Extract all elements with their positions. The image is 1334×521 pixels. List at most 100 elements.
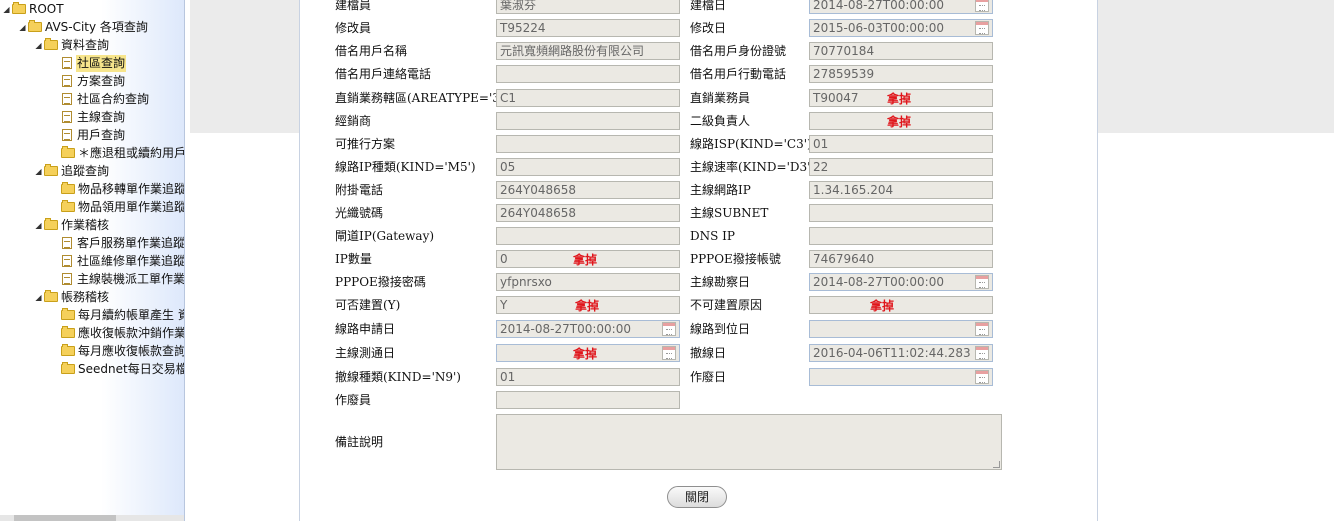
tree-item-monthly-bill[interactable]: 每月續約帳單產生 資 [60, 307, 184, 324]
test-date-label: 主線測通日 [335, 346, 396, 360]
borrower-mobile-field[interactable]: 27859539 [809, 65, 993, 83]
survey-date-label: 主線勘察日 [690, 275, 751, 289]
collapse-icon[interactable]: ◢ [34, 289, 43, 306]
pppoe-account-field[interactable]: 74679640 [809, 250, 993, 268]
ip-count-field[interactable]: 0 拿掉 [496, 250, 680, 268]
collapse-icon[interactable]: ◢ [18, 19, 27, 36]
remove-button[interactable]: 拿掉 [870, 298, 894, 313]
folder-icon [44, 218, 58, 230]
calendar-icon[interactable] [975, 370, 989, 384]
second-owner-field[interactable]: 拿掉 [809, 112, 993, 130]
survey-date-field[interactable]: 2014-08-27T00:00:00 [809, 273, 993, 291]
modified-by-field[interactable]: T95224 [496, 19, 680, 37]
apply-date-field[interactable]: 2014-08-27T00:00:00 [496, 320, 680, 338]
borrower-phone-field[interactable] [496, 65, 680, 83]
line-isp-field[interactable]: 01 [809, 135, 993, 153]
remove-button[interactable]: 拿掉 [573, 346, 597, 361]
scrollbar-thumb[interactable] [14, 515, 116, 521]
modified-date-field[interactable]: 2015-06-03T00:00:00 [809, 19, 993, 37]
subnet-field[interactable] [809, 204, 993, 222]
calendar-icon[interactable] [975, 0, 989, 12]
tree-item-plan-query[interactable]: 方案查詢 [60, 73, 126, 90]
remove-button[interactable]: 拿掉 [573, 252, 597, 267]
tree-app[interactable]: ◢ AVS-City 各項查詢 [18, 19, 149, 36]
tree-item-mainline-query[interactable]: 主線查詢 [60, 109, 126, 126]
document-icon [62, 57, 72, 69]
tree-item-community-query[interactable]: 社區查詢 [60, 55, 127, 72]
folder-icon [61, 344, 75, 356]
plans-field[interactable] [496, 135, 680, 153]
test-date-field[interactable]: 拿掉 [496, 344, 680, 362]
tree-group-audit[interactable]: ◢ 作業稽核 [34, 217, 110, 234]
borrower-id-field[interactable]: 70770184 [809, 42, 993, 60]
gateway-field[interactable] [496, 227, 680, 245]
calendar-icon[interactable] [975, 346, 989, 360]
tree-item-requisition-tracking[interactable]: 物品領用單作業追蹤 [60, 199, 184, 216]
ip-type-field[interactable]: 05 [496, 158, 680, 176]
tree-item-install-dispatch[interactable]: 主線裝機派工單作業 [60, 271, 184, 288]
remove-button[interactable]: 拿掉 [887, 91, 911, 106]
ip-count-label: IP數量 [335, 252, 372, 266]
folder-icon [44, 290, 58, 302]
remove-date-field[interactable]: 2016-04-06T11:02:44.283 [809, 344, 993, 362]
modified-date-label: 修改日 [690, 21, 727, 35]
arrive-date-field[interactable] [809, 320, 993, 338]
tree-item-monthly-receivable[interactable]: 每月應收復帳款查詢 [60, 343, 184, 360]
tree-item-renewal-users[interactable]: ＊應退租或續約用戶 [60, 145, 184, 162]
tree-item-service-tracking[interactable]: 客戶服務單作業追蹤 [60, 235, 184, 252]
folder-icon [44, 164, 58, 176]
resize-grip-icon[interactable] [993, 461, 1000, 468]
memo-textarea[interactable] [496, 414, 1002, 470]
line-speed-field[interactable]: 22 [809, 158, 993, 176]
dns-label: DNS IP [690, 229, 735, 243]
tree-item-transfer-tracking[interactable]: 物品移轉單作業追蹤 [60, 181, 184, 198]
remove-button[interactable]: 拿掉 [887, 114, 911, 129]
horizontal-scrollbar[interactable] [0, 515, 184, 521]
tree-item-receivable-writeoff[interactable]: 應收復帳款沖銷作業 [60, 325, 184, 342]
dealer-field[interactable] [496, 112, 680, 130]
tree-item-seednet-daily[interactable]: Seednet每日交易檔 [60, 361, 184, 378]
collapse-icon[interactable]: ◢ [2, 1, 11, 18]
remove-button[interactable]: 拿掉 [575, 298, 599, 313]
calendar-icon[interactable] [975, 275, 989, 289]
created-date-field[interactable]: 2014-08-27T00:00:00 [809, 0, 993, 14]
dns-field[interactable] [809, 227, 993, 245]
tree-item-repair-tracking[interactable]: 社區維修單作業追蹤 [60, 253, 184, 270]
folder-icon [28, 20, 42, 32]
collapse-icon[interactable]: ◢ [34, 163, 43, 180]
tree-item-user-query[interactable]: 用戶查詢 [60, 127, 126, 144]
fiber-no-label: 光纖號碼 [335, 206, 384, 220]
created-by-label: 建檔員 [335, 0, 372, 12]
tree-group-tracking[interactable]: ◢ 追蹤查詢 [34, 163, 110, 180]
tree-group-data-query[interactable]: ◢ 資料查詢 [34, 37, 110, 54]
calendar-icon[interactable] [975, 322, 989, 336]
tree-item-contract-query[interactable]: 社區合約查詢 [60, 91, 150, 108]
pppoe-password-field[interactable]: yfpnrsxo [496, 273, 680, 291]
document-icon [62, 255, 72, 267]
main-ip-field[interactable]: 1.34.165.204 [809, 181, 993, 199]
not-buildable-reason-field[interactable]: 拿掉 [809, 296, 993, 314]
document-icon [62, 111, 72, 123]
fiber-no-field[interactable]: 264Y048658 [496, 204, 680, 222]
direct-sales-field[interactable]: T90047 拿掉 [809, 89, 993, 107]
collapse-icon[interactable]: ◢ [34, 37, 43, 54]
calendar-icon[interactable] [662, 346, 676, 360]
void-date-field[interactable] [809, 368, 993, 386]
calendar-icon[interactable] [975, 21, 989, 35]
collapse-icon[interactable]: ◢ [34, 217, 43, 234]
buildable-field[interactable]: Y 拿掉 [496, 296, 680, 314]
void-by-field[interactable] [496, 391, 680, 409]
calendar-icon[interactable] [662, 322, 676, 336]
folder-icon [61, 308, 75, 320]
direct-area-field[interactable]: C1 [496, 89, 680, 107]
phone-field[interactable]: 264Y048658 [496, 181, 680, 199]
tree-root[interactable]: ◢ ROOT [2, 1, 65, 18]
plans-label: 可推行方案 [335, 137, 396, 151]
void-by-label: 作廢員 [335, 393, 372, 407]
remove-type-field[interactable]: 01 [496, 368, 680, 386]
borrower-name-label: 借名用戶名稱 [335, 44, 408, 58]
created-by-field[interactable]: 葉淑芬 [496, 0, 680, 14]
tree-group-accounting[interactable]: ◢ 帳務稽核 [34, 289, 110, 306]
borrower-name-field[interactable]: 元訊寬頻網路股份有限公司 [496, 42, 680, 60]
close-button[interactable]: 關閉 [667, 486, 727, 508]
